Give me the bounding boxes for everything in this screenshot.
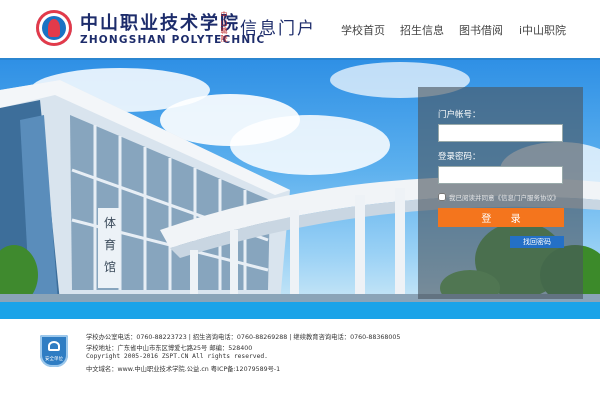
portal-title: 信息门户	[240, 19, 316, 39]
account-label: 门户帐号：	[438, 110, 481, 120]
footer-address-line: 学校地址：广东省中山市东区博爱七路25号 邮编：528400	[86, 345, 253, 352]
password-label: 登录密码：	[438, 152, 481, 162]
nav-library-link[interactable]: 图书借阅	[459, 22, 503, 38]
agree-checkbox[interactable]	[438, 193, 446, 201]
nav-home-link[interactable]: 学校首页	[341, 22, 385, 38]
login-panel: 门户帐号： 登录密码： 我已阅读并同意《信息门户服务协议》 登 录 找回密码	[418, 87, 583, 299]
site-header: 中山职业技术学院 ZHONGSHAN POLYTECHNIC 中山職院 信息门户…	[0, 0, 600, 60]
nav-admissions-link[interactable]: 招生信息	[400, 22, 444, 38]
footer-contact-line: 学校办公室电话：0760-88223723 | 招生咨询电话：0760-8826…	[86, 334, 401, 341]
footer-accent-bar	[0, 302, 600, 319]
footer-domain-line[interactable]: 中文域名：www.中山职业技术学院.公益.cn 粤ICP备:12079589号-…	[86, 364, 280, 373]
gymnasium-sign: 体育馆	[104, 216, 117, 274]
recover-password-button[interactable]: 找回密码	[510, 236, 564, 248]
password-input[interactable]	[438, 166, 563, 184]
school-name-cn: 中山职业技术学院	[80, 13, 240, 34]
badge-label: 安全单位	[45, 357, 63, 362]
school-name-en: ZHONGSHAN POLYTECHNIC	[80, 34, 266, 46]
agree-terms-text[interactable]: 我已阅读并同意《信息门户服务协议》	[449, 192, 560, 202]
school-emblem-logo[interactable]	[36, 10, 72, 46]
site-footer: 安全单位 学校办公室电话：0760-88223723 | 招生咨询电话：0760…	[0, 319, 600, 403]
login-button[interactable]: 登 录	[438, 208, 564, 227]
nav-izspt-link[interactable]: i中山职院	[519, 22, 566, 38]
footer-copyright-line: Copyright 2005-2016 ZSPT.CN All rights r…	[86, 353, 268, 360]
seal-stamp: 中山職院	[220, 11, 228, 43]
account-input[interactable]	[438, 124, 563, 142]
security-unit-badge-icon[interactable]: 安全单位	[40, 335, 68, 367]
